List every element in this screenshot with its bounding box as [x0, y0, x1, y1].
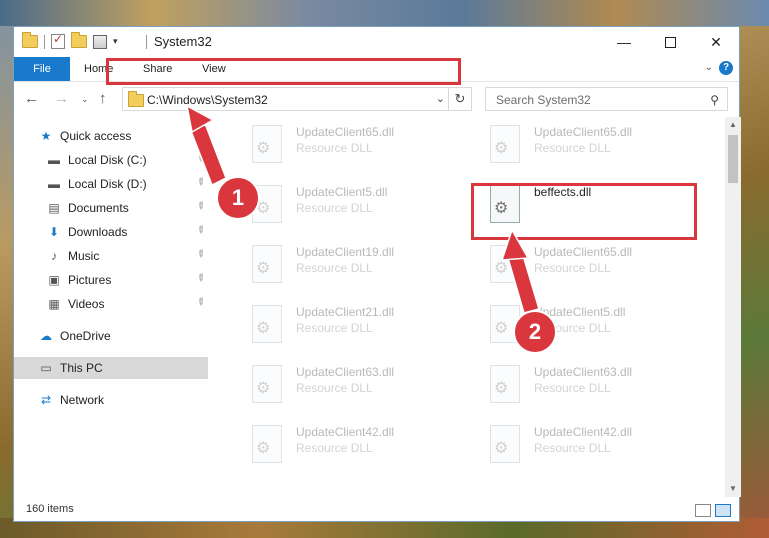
- step-badge-2: 2: [513, 310, 557, 354]
- annotation-arrows-svg: [185, 104, 540, 314]
- arrow-2: [507, 250, 540, 314]
- arrow-2-head: [500, 228, 530, 261]
- step-badge-1: 1: [216, 176, 260, 220]
- arrow-1-head: [185, 104, 215, 134]
